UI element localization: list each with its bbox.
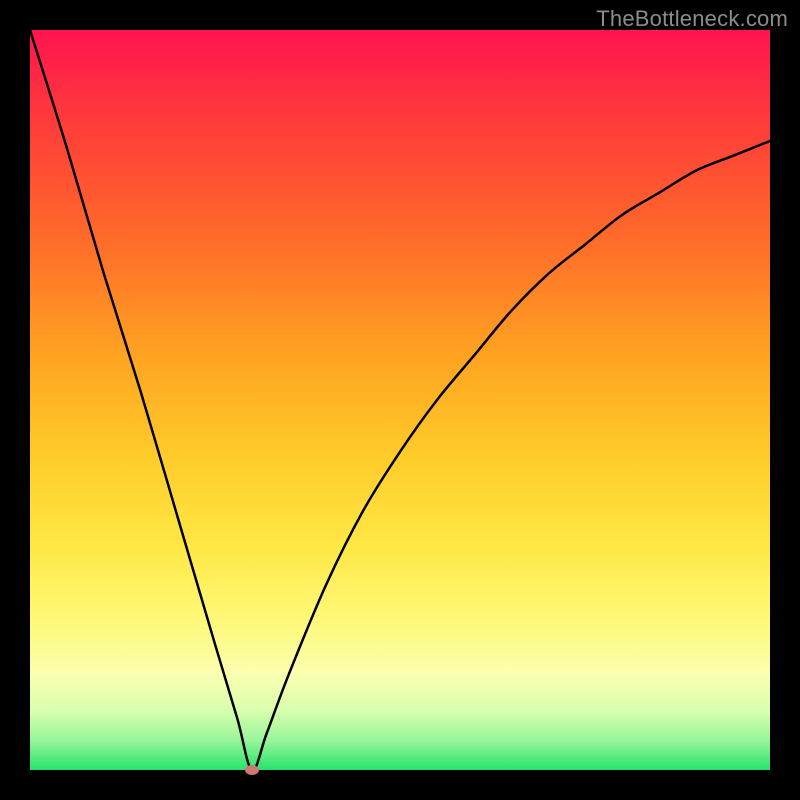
- minimum-point-marker: [245, 765, 259, 775]
- plot-area: [30, 30, 770, 770]
- bottleneck-curve: [30, 30, 770, 770]
- watermark-text: TheBottleneck.com: [596, 6, 788, 32]
- chart-frame: TheBottleneck.com: [0, 0, 800, 800]
